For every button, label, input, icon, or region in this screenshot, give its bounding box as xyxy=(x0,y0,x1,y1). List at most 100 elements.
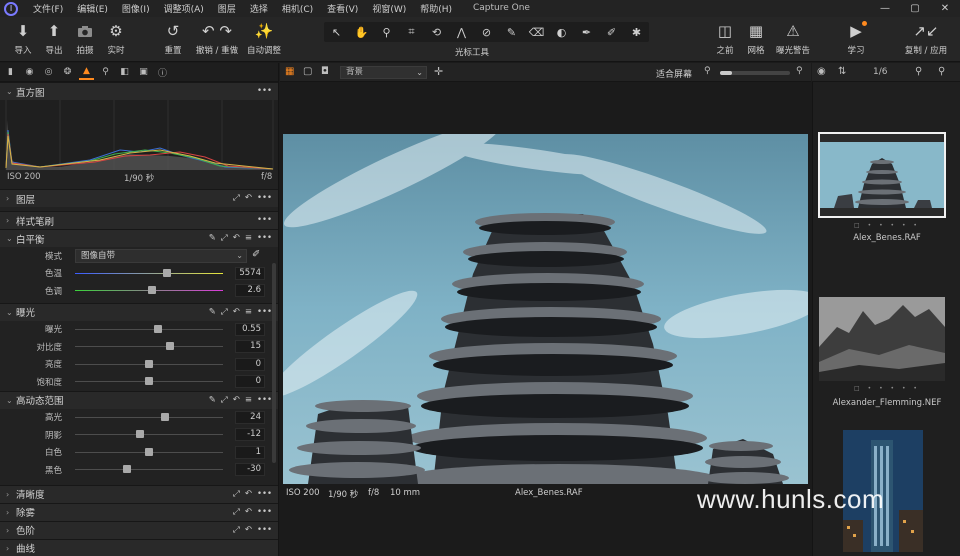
blacks-slider[interactable] xyxy=(75,465,223,473)
blacks-value[interactable]: -30 xyxy=(235,463,265,476)
library-tab-icon[interactable]: ▮ xyxy=(3,65,18,80)
thumbnail-rating-dots[interactable]: □ • • • • • xyxy=(813,385,960,392)
auto-adjust-button[interactable]: ✨ 自动调整 xyxy=(244,21,284,56)
learn-button[interactable]: ▶ 学习 xyxy=(836,21,876,56)
reset-small-icon[interactable]: ↶ xyxy=(245,489,252,499)
gradient-icon[interactable]: ◐ xyxy=(549,26,574,39)
reset-small-icon[interactable]: ↶ xyxy=(245,525,252,535)
exposure-header[interactable]: ⌄ 曝光 ✎ ⤢ ↶ ≡ ••• xyxy=(0,302,278,321)
more-icon[interactable]: ••• xyxy=(257,215,272,225)
whites-slider[interactable] xyxy=(75,447,223,456)
layer-select[interactable]: 背景 ⌄ xyxy=(340,66,427,79)
exposure-warning-button[interactable]: ⚠ 曝光警告 xyxy=(773,21,813,56)
slider-knob[interactable] xyxy=(145,359,153,368)
white-balance-header[interactable]: ⌄ 白平衡 ✎ ⤢ ↶ ≡ ••• xyxy=(0,229,278,247)
highlights-value[interactable]: 24 xyxy=(235,410,265,424)
undo-redo-button[interactable]: ↶ ↷ 撤销 / 重做 xyxy=(195,21,239,56)
eraser-icon[interactable]: ⌫ xyxy=(524,26,549,39)
menu-icon[interactable]: ≡ xyxy=(245,395,252,405)
levels-header[interactable]: › 色阶 ⤢ ↶ ••• xyxy=(0,520,278,539)
info-tab-icon[interactable]: ⓘ xyxy=(155,65,170,80)
menu-camera[interactable]: 相机(C) xyxy=(275,2,320,15)
adjustments-tab-icon[interactable]: ◧ xyxy=(117,65,132,80)
eye-icon[interactable]: ◉ xyxy=(817,66,826,77)
wb-tint-value[interactable]: 2.6 xyxy=(235,284,265,297)
menu-icon[interactable]: ≡ xyxy=(245,307,252,317)
reset-small-icon[interactable]: ↶ xyxy=(245,193,252,203)
more-icon[interactable]: ••• xyxy=(257,307,272,317)
histogram-header[interactable]: ⌄ 直方图 ••• xyxy=(0,82,278,100)
minimize-button[interactable]: — xyxy=(870,0,900,17)
fit-screen-label[interactable]: 适合屏幕 xyxy=(656,67,692,80)
single-view-icon[interactable]: ▢ xyxy=(303,66,312,77)
edit-icon[interactable]: ✎ xyxy=(209,395,216,405)
edit-icon[interactable]: ✎ xyxy=(209,233,216,243)
more-icon[interactable]: ••• xyxy=(257,395,272,405)
slider-knob[interactable] xyxy=(163,268,171,277)
expand-icon[interactable]: ⤢ xyxy=(221,395,228,405)
saturation-slider[interactable] xyxy=(75,377,223,385)
thumbnail-rating-dots[interactable]: □ • • • • • xyxy=(813,222,960,229)
contrast-value[interactable]: 15 xyxy=(235,340,265,353)
brush-icon[interactable]: ✎ xyxy=(499,26,524,39)
pan-hand-icon[interactable]: ✋ xyxy=(349,26,374,39)
shadows-value[interactable]: -12 xyxy=(235,428,265,441)
maximize-button[interactable]: ▢ xyxy=(900,0,930,17)
highlights-slider[interactable] xyxy=(75,412,223,421)
expand-icon[interactable]: ⤢ xyxy=(221,233,228,243)
sort-icon[interactable]: ⇅ xyxy=(838,66,846,77)
brightness-value[interactable]: 0 xyxy=(235,357,265,371)
edit-icon[interactable]: ✎ xyxy=(209,307,216,317)
proof-view-icon[interactable]: ◘ xyxy=(321,66,329,77)
shadows-slider[interactable] xyxy=(75,430,223,438)
more-icon[interactable]: ••• xyxy=(257,507,272,517)
close-button[interactable]: ✕ xyxy=(930,0,960,17)
menu-image[interactable]: 图像(I) xyxy=(115,2,157,15)
wb-tint-slider[interactable] xyxy=(75,286,223,294)
whites-value[interactable]: 1 xyxy=(235,445,265,459)
reset-small-icon[interactable]: ↶ xyxy=(245,507,252,517)
exposure-value[interactable]: 0.55 xyxy=(235,322,265,336)
hdr-header[interactable]: ⌄ 高动态范围 ✎ ⤢ ↶ ≡ ••• xyxy=(0,390,278,409)
exposure-slider[interactable] xyxy=(75,324,223,333)
spot-removal-icon[interactable]: ⊘ xyxy=(474,26,499,39)
thumbnail-alexander-flemming[interactable] xyxy=(819,297,945,381)
zoom-slider[interactable] xyxy=(720,71,790,75)
brightness-slider[interactable] xyxy=(75,359,223,368)
capture-tab-icon[interactable]: ◉ xyxy=(22,65,37,80)
expand-icon[interactable]: ⤢ xyxy=(233,193,240,203)
expand-icon[interactable]: ⤢ xyxy=(233,525,240,535)
slider-knob[interactable] xyxy=(136,430,144,438)
reset-small-icon[interactable]: ↶ xyxy=(233,233,240,243)
eyedropper-icon[interactable]: ✐ xyxy=(252,249,260,260)
select-arrow-icon[interactable]: ↖ xyxy=(324,26,349,39)
exposure-tab-icon[interactable]: ▲ xyxy=(79,65,94,80)
menu-view[interactable]: 查看(V) xyxy=(320,2,365,15)
menu-adjustments[interactable]: 调整项(A) xyxy=(157,2,211,15)
slider-knob[interactable] xyxy=(123,465,131,473)
reset-small-icon[interactable]: ↶ xyxy=(233,395,240,405)
zoom-in-icon[interactable]: ⚲ xyxy=(796,66,803,76)
styles-header[interactable]: › 样式笔刷 ••• xyxy=(0,211,278,229)
keystone-icon[interactable]: ⋀ xyxy=(449,26,474,39)
menu-icon[interactable]: ≡ xyxy=(245,233,252,243)
more-icon[interactable]: ••• xyxy=(257,193,272,203)
slider-knob[interactable] xyxy=(148,286,156,294)
menu-window[interactable]: 视窗(W) xyxy=(365,2,413,15)
menu-help[interactable]: 帮助(H) xyxy=(413,2,459,15)
contrast-slider[interactable] xyxy=(75,342,223,350)
rotate-icon[interactable]: ⟲ xyxy=(424,26,449,39)
reset-small-icon[interactable]: ↶ xyxy=(233,307,240,317)
color-picker-icon[interactable]: ✐ xyxy=(599,26,624,39)
grid-button[interactable]: ▦ 网格 xyxy=(736,21,776,56)
saturation-value[interactable]: 0 xyxy=(235,375,265,388)
more-icon[interactable]: ••• xyxy=(257,233,272,243)
slider-knob[interactable] xyxy=(145,447,153,456)
details-tab-icon[interactable]: ⚲ xyxy=(98,65,113,80)
search-icon[interactable]: ⚲ xyxy=(938,66,945,77)
color-tab-icon[interactable]: ❂ xyxy=(60,65,75,80)
annotate-icon[interactable]: ✱ xyxy=(624,26,649,39)
expand-icon[interactable]: ⤢ xyxy=(221,307,228,317)
copy-apply-button[interactable]: ↗↙ 复制 / 应用 xyxy=(904,21,948,56)
reset-button[interactable]: ↺ 重置 xyxy=(153,21,193,56)
